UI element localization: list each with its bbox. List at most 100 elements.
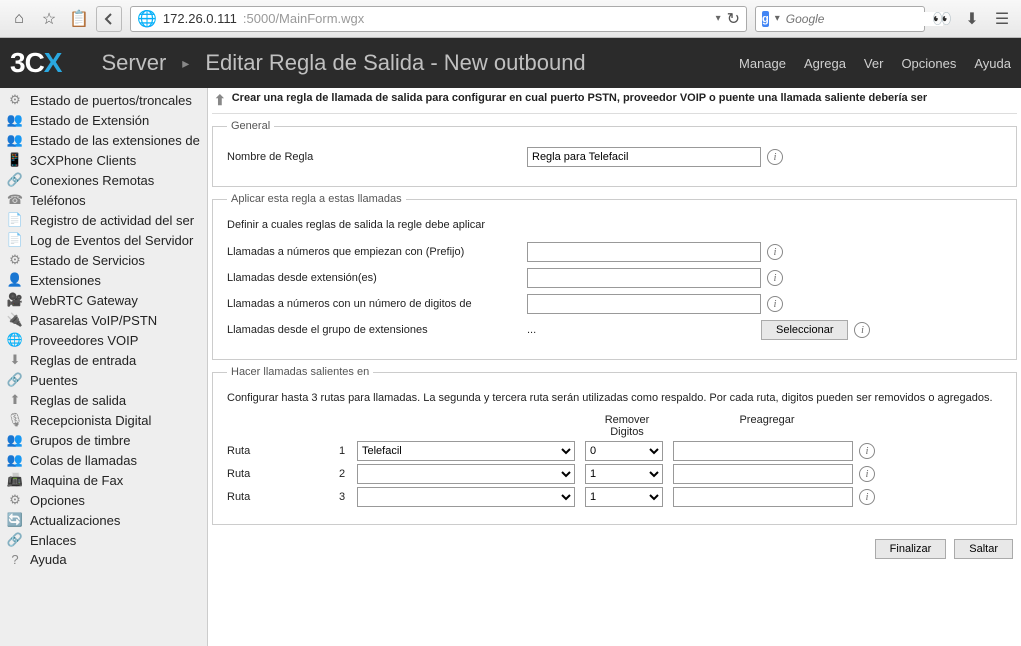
binoculars-icon[interactable]: 👀 bbox=[929, 6, 955, 32]
search-input[interactable] bbox=[786, 12, 943, 26]
route-remove-digits-select[interactable]: 1 bbox=[585, 487, 663, 507]
sidebar-item[interactable]: 📄Registro de actividad del ser bbox=[0, 210, 207, 230]
skip-button[interactable]: Saltar bbox=[954, 539, 1013, 559]
sidebar-item-label: Ayuda bbox=[30, 552, 67, 567]
bookmark-icon[interactable]: ☆ bbox=[36, 6, 62, 32]
route-number: 3 bbox=[327, 491, 357, 503]
route-prepend-input[interactable] bbox=[673, 441, 853, 461]
sidebar-item[interactable]: 👤Extensiones bbox=[0, 270, 207, 290]
reload-icon[interactable]: ↻ bbox=[727, 9, 740, 29]
breadcrumb-root[interactable]: Server bbox=[101, 50, 166, 76]
sidebar-item-icon: ? bbox=[6, 552, 24, 567]
sidebar-item-label: Conexiones Remotas bbox=[30, 173, 154, 188]
page-description: ⬆ Crear una regla de llamada de salida p… bbox=[212, 88, 1017, 114]
rule-name-input[interactable] bbox=[527, 147, 761, 167]
sidebar-item-icon: ⚙ bbox=[6, 492, 24, 508]
info-icon[interactable]: i bbox=[854, 322, 870, 338]
sidebar-item-icon: 📄 bbox=[6, 232, 24, 248]
finish-button[interactable]: Finalizar bbox=[875, 539, 947, 559]
search-engine-dropdown-icon[interactable]: ▾ bbox=[775, 13, 780, 24]
sidebar-item-label: WebRTC Gateway bbox=[30, 293, 138, 308]
up-arrow-icon[interactable]: ⬆ bbox=[214, 92, 226, 109]
sidebar-item[interactable]: 🔗Puentes bbox=[0, 370, 207, 390]
url-host: 172.26.0.111 bbox=[163, 11, 237, 26]
route-prepend-input[interactable] bbox=[673, 464, 853, 484]
sidebar-item-label: Pasarelas VoIP/PSTN bbox=[30, 313, 157, 328]
ext-group-label: Llamadas desde el grupo de extensiones bbox=[227, 324, 527, 336]
search-bar[interactable]: g ▾ bbox=[755, 6, 925, 32]
sidebar-item-label: Estado de Servicios bbox=[30, 253, 145, 268]
sidebar-item[interactable]: 👥Estado de Extensión bbox=[0, 110, 207, 130]
header-menu: Manage Agrega Ver Opciones Ayuda bbox=[739, 56, 1011, 71]
sidebar-item-label: Actualizaciones bbox=[30, 513, 120, 528]
download-icon[interactable]: ⬇ bbox=[959, 6, 985, 32]
sidebar-item-label: Extensiones bbox=[30, 273, 101, 288]
info-icon[interactable]: i bbox=[767, 296, 783, 312]
sidebar-item[interactable]: 📄Log de Eventos del Servidor bbox=[0, 230, 207, 250]
sidebar-item-label: Proveedores VOIP bbox=[30, 333, 138, 348]
route-remove-digits-select[interactable]: 0 bbox=[585, 441, 663, 461]
sidebar-item[interactable]: 📠Maquina de Fax bbox=[0, 470, 207, 490]
route-row: Ruta31i bbox=[227, 487, 1002, 507]
sidebar-item[interactable]: ☎Teléfonos bbox=[0, 190, 207, 210]
globe-icon: 🌐 bbox=[137, 9, 157, 29]
info-icon[interactable]: i bbox=[767, 149, 783, 165]
sidebar: ⚙Estado de puertos/troncales👥Estado de E… bbox=[0, 88, 208, 646]
back-button[interactable] bbox=[96, 6, 122, 32]
menu-icon[interactable]: ☰ bbox=[989, 6, 1015, 32]
sidebar-item[interactable]: 👥Colas de llamadas bbox=[0, 450, 207, 470]
sidebar-item[interactable]: ? Ayuda bbox=[0, 550, 207, 569]
menu-view[interactable]: Ver bbox=[864, 56, 884, 71]
url-bar[interactable]: 🌐 172.26.0.111 ▾ ↻ bbox=[130, 6, 747, 32]
sidebar-item[interactable]: ⚙Estado de puertos/troncales bbox=[0, 90, 207, 110]
sidebar-item[interactable]: 🔌Pasarelas VoIP/PSTN bbox=[0, 310, 207, 330]
route-gateway-select[interactable]: Telefacil bbox=[357, 441, 575, 461]
route-prepend-input[interactable] bbox=[673, 487, 853, 507]
url-dropdown-icon[interactable]: ▾ bbox=[716, 13, 721, 24]
info-icon[interactable]: i bbox=[859, 443, 875, 459]
info-icon[interactable]: i bbox=[767, 270, 783, 286]
col-prepend: Preagregar bbox=[677, 414, 857, 438]
sidebar-item[interactable]: ⬇Reglas de entrada bbox=[0, 350, 207, 370]
sidebar-item[interactable]: 🎥WebRTC Gateway bbox=[0, 290, 207, 310]
route-gateway-select[interactable] bbox=[357, 464, 575, 484]
sidebar-item-icon: 👥 bbox=[6, 112, 24, 128]
sidebar-item[interactable]: 🌐Proveedores VOIP bbox=[0, 330, 207, 350]
menu-manage[interactable]: Manage bbox=[739, 56, 786, 71]
rule-name-label: Nombre de Regla bbox=[227, 151, 527, 163]
home-icon[interactable]: ⌂ bbox=[6, 6, 32, 32]
from-ext-input[interactable] bbox=[527, 268, 761, 288]
select-button[interactable]: Seleccionar bbox=[761, 320, 848, 340]
chevron-right-icon: ▸ bbox=[182, 55, 189, 72]
menu-help[interactable]: Ayuda bbox=[974, 56, 1011, 71]
clipboard-icon[interactable]: 📋 bbox=[66, 6, 92, 32]
sidebar-item[interactable]: ⚙Opciones bbox=[0, 490, 207, 510]
sidebar-item[interactable]: ⚙Estado de Servicios bbox=[0, 250, 207, 270]
sidebar-item[interactable]: 🔗Conexiones Remotas bbox=[0, 170, 207, 190]
breadcrumb: Server ▸ Editar Regla de Salida - New ou… bbox=[101, 50, 585, 76]
info-icon[interactable]: i bbox=[767, 244, 783, 260]
route-remove-digits-select[interactable]: 1 bbox=[585, 464, 663, 484]
sidebar-item[interactable]: 🔄Actualizaciones bbox=[0, 510, 207, 530]
sidebar-item[interactable]: 🎙Recepcionista Digital bbox=[0, 410, 207, 430]
prefix-input[interactable] bbox=[527, 242, 761, 262]
sidebar-item-icon: 🎙 bbox=[6, 412, 24, 428]
digits-input[interactable] bbox=[527, 294, 761, 314]
sidebar-item[interactable]: 👥Estado de las extensiones de bbox=[0, 130, 207, 150]
ext-group-value: ... bbox=[527, 324, 761, 336]
url-input[interactable] bbox=[243, 11, 710, 26]
menu-add[interactable]: Agrega bbox=[804, 56, 846, 71]
sidebar-item-icon: 📱 bbox=[6, 152, 24, 168]
google-icon: g bbox=[762, 11, 769, 27]
sidebar-item-label: Reglas de salida bbox=[30, 393, 126, 408]
sidebar-item[interactable]: 🔗Enlaces bbox=[0, 530, 207, 550]
route-gateway-select[interactable] bbox=[357, 487, 575, 507]
route-row: Ruta21i bbox=[227, 464, 1002, 484]
sidebar-item[interactable]: 📱3CXPhone Clients bbox=[0, 150, 207, 170]
sidebar-item[interactable]: ⬆Reglas de salida bbox=[0, 390, 207, 410]
logo-part2: X bbox=[44, 47, 62, 78]
sidebar-item[interactable]: 👥Grupos de timbre bbox=[0, 430, 207, 450]
info-icon[interactable]: i bbox=[859, 489, 875, 505]
menu-options[interactable]: Opciones bbox=[901, 56, 956, 71]
info-icon[interactable]: i bbox=[859, 466, 875, 482]
